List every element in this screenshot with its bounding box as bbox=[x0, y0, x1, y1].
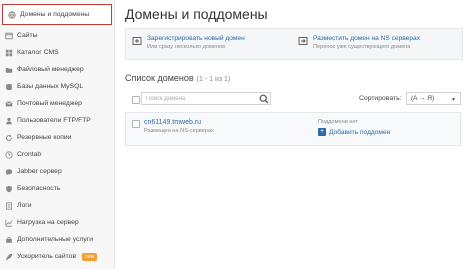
sites-icon bbox=[4, 31, 13, 40]
transfer-domain-action[interactable]: Разместить домен на NS серверах Перенос … bbox=[298, 35, 420, 51]
add-subdomain-button[interactable]: + Добавить поддомен bbox=[318, 128, 390, 136]
globe-icon bbox=[7, 10, 16, 19]
sidebar-item-label: Резервные копии bbox=[17, 134, 72, 141]
sidebar-item-domains[interactable]: Домены и поддомены bbox=[2, 4, 112, 25]
new-badge: new bbox=[82, 252, 98, 261]
transfer-domain-icon bbox=[298, 37, 308, 45]
select-all-checkbox[interactable] bbox=[132, 96, 140, 104]
sidebar-item-backups[interactable]: Резервные копии bbox=[0, 129, 114, 146]
sidebar-item-extra-services[interactable]: Дополнительные услуги bbox=[0, 231, 114, 248]
sidebar-item-security[interactable]: Безопасность bbox=[0, 180, 114, 197]
register-domain-hint: Или сразу несколько доменов bbox=[147, 44, 226, 50]
rocket-icon bbox=[4, 252, 13, 261]
sidebar-item-site-accelerator[interactable]: Ускоритель сайтов new bbox=[0, 248, 114, 265]
sidebar-item-label: Безопасность bbox=[17, 185, 61, 192]
backup-icon bbox=[4, 133, 13, 142]
sidebar-item-mail[interactable]: Почтовый менеджер bbox=[0, 95, 114, 112]
sidebar-item-logs[interactable]: Логи bbox=[0, 197, 114, 214]
sidebar-item-label: Файловый менеджер bbox=[17, 66, 84, 73]
sidebar-item-label: Ускоритель сайтов bbox=[17, 253, 77, 260]
sidebar-item-crontab[interactable]: Crontab bbox=[0, 146, 114, 163]
row-checkbox[interactable] bbox=[132, 120, 140, 128]
sidebar-item-jabber[interactable]: Jabber сервер bbox=[0, 163, 114, 180]
transfer-domain-hint: Перенос уже существующего домена bbox=[313, 44, 411, 50]
sidebar-item-ftp-users[interactable]: Пользователи FTP/FTP bbox=[0, 112, 114, 129]
sidebar-item-label: Логи bbox=[17, 202, 32, 209]
search-input[interactable] bbox=[141, 92, 271, 105]
main-content: Домены и поддомены Зарегистрировать новы… bbox=[115, 0, 474, 269]
domain-name-link[interactable]: cn61149.tmweb.ru bbox=[144, 119, 201, 126]
services-icon bbox=[4, 235, 13, 244]
search-icon[interactable] bbox=[259, 94, 269, 104]
sidebar: Домены и поддомены Сайты Каталог CMS Фай… bbox=[0, 0, 115, 269]
clock-icon bbox=[4, 150, 13, 159]
sidebar-item-label: Crontab bbox=[17, 151, 42, 158]
sort-label: Сортировать: bbox=[359, 95, 402, 102]
register-domain-link[interactable]: Зарегистрировать новый домен bbox=[147, 35, 245, 43]
ftp-users-icon bbox=[4, 116, 13, 125]
sidebar-item-file-manager[interactable]: Файловый менеджер bbox=[0, 61, 114, 78]
sort-value: (A → Я) bbox=[411, 95, 435, 102]
register-domain-action[interactable]: Зарегистрировать новый домен Или сразу н… bbox=[132, 35, 245, 51]
add-subdomain-label: Добавить поддомен bbox=[329, 128, 391, 136]
database-icon bbox=[4, 82, 13, 91]
sidebar-item-label: Сайты bbox=[17, 32, 38, 39]
domain-list-title: Список доменов bbox=[125, 73, 194, 83]
sidebar-item-label: Jabber сервер bbox=[17, 168, 62, 175]
sidebar-item-label: Каталог CMS bbox=[17, 49, 59, 56]
shield-icon bbox=[4, 184, 13, 193]
sidebar-item-mysql[interactable]: Базы данных MySQL bbox=[0, 78, 114, 95]
jabber-icon bbox=[4, 167, 13, 176]
sidebar-item-cms[interactable]: Каталог CMS bbox=[0, 44, 114, 61]
cms-icon bbox=[4, 48, 13, 57]
sidebar-item-label: Дополнительные услуги bbox=[17, 236, 94, 243]
domain-status: Размещен на NS-серверах bbox=[144, 128, 214, 134]
sidebar-item-label: Пользователи FTP/FTP bbox=[17, 117, 91, 124]
quick-actions-panel: Зарегистрировать новый домен Или сразу н… bbox=[125, 28, 463, 60]
sidebar-item-sites[interactable]: Сайты bbox=[0, 27, 114, 44]
page-title: Домены и поддомены bbox=[125, 6, 268, 22]
folder-icon bbox=[4, 65, 13, 74]
sidebar-item-label: Базы данных MySQL bbox=[17, 83, 84, 90]
subdomains-status: Поддомени нет bbox=[318, 119, 358, 125]
chevron-down-icon: ▼ bbox=[451, 97, 456, 103]
chart-icon bbox=[4, 218, 13, 227]
domain-list-heading: Список доменов (1 - 1 из 1) bbox=[125, 73, 230, 83]
sidebar-item-server-load[interactable]: Нагрузка на сервер bbox=[0, 214, 114, 231]
plus-icon: + bbox=[318, 128, 326, 136]
sort-select[interactable]: (A → Я) ▼ bbox=[406, 92, 461, 105]
register-domain-icon bbox=[132, 37, 142, 45]
domain-list-count: (1 - 1 из 1) bbox=[196, 76, 231, 83]
transfer-domain-link[interactable]: Разместить домен на NS серверах bbox=[313, 35, 420, 43]
sidebar-item-label: Нагрузка на сервер bbox=[17, 219, 79, 226]
sidebar-item-label: Почтовый менеджер bbox=[17, 100, 82, 107]
logs-icon bbox=[4, 201, 13, 210]
mail-icon bbox=[4, 99, 13, 108]
sidebar-item-label: Домены и поддомены bbox=[20, 11, 90, 18]
table-row[interactable]: cn61149.tmweb.ru Размещен на NS-серверах… bbox=[125, 112, 461, 146]
